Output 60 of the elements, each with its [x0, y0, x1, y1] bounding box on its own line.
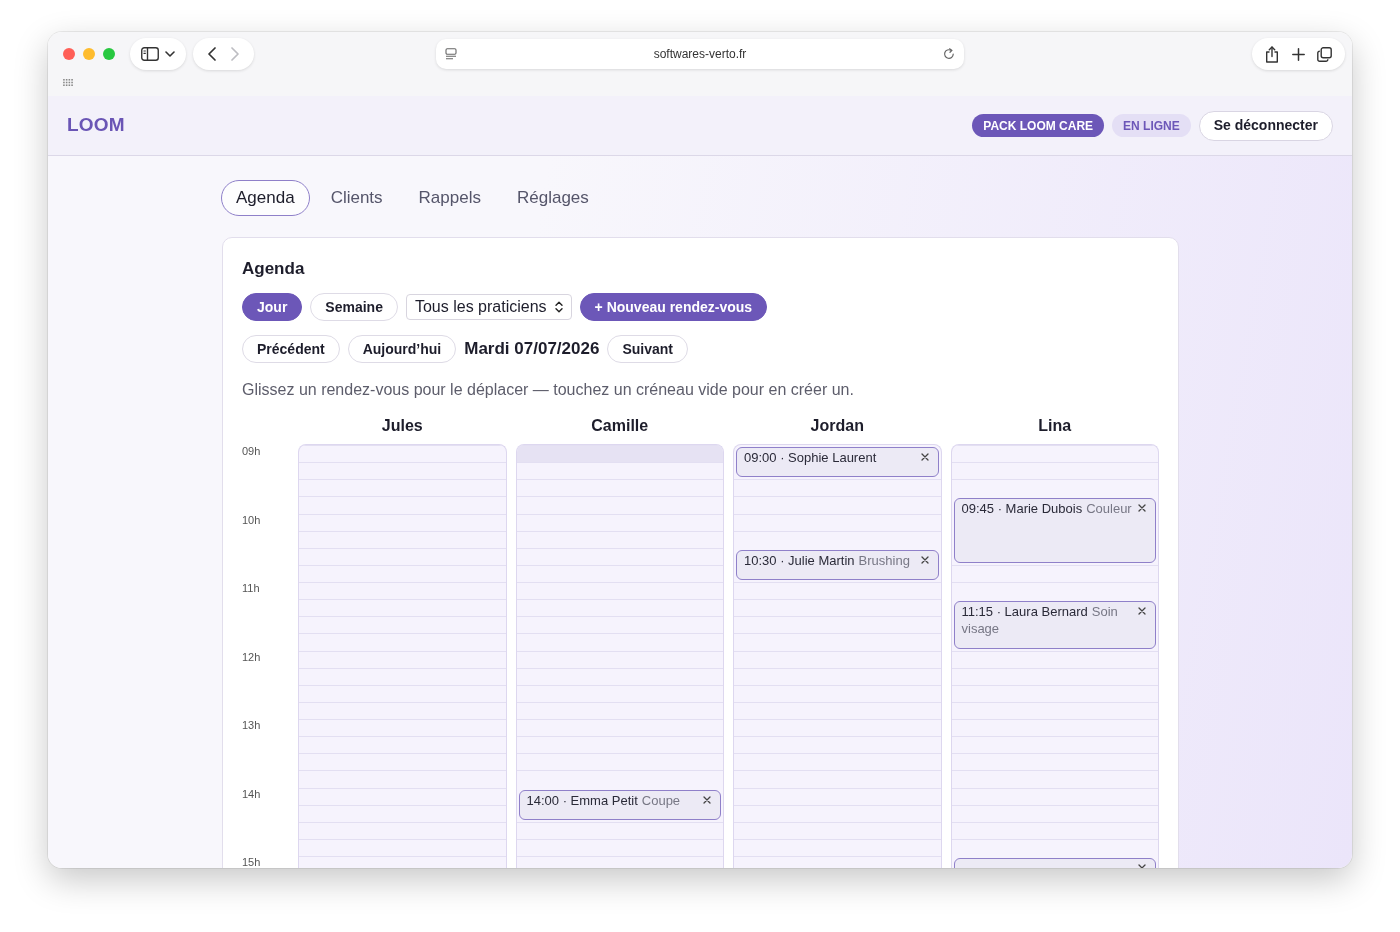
new-appointment-button[interactable]: + Nouveau rendez-vous — [579, 293, 768, 321]
previous-button[interactable]: Précédent — [242, 335, 340, 363]
nav-tab[interactable]: Réglages — [501, 180, 604, 216]
appointment-label: 09:00 · Sophie Laurent — [744, 449, 878, 466]
reload-icon[interactable] — [943, 48, 955, 60]
back-icon[interactable] — [208, 47, 216, 61]
nav-tab[interactable]: Rappels — [403, 180, 496, 216]
plus-icon[interactable] — [1291, 47, 1305, 61]
date-label: Mardi 07/07/2026 — [464, 338, 600, 361]
next-button[interactable]: Suivant — [607, 335, 688, 363]
practitioner-name: Jules — [380, 416, 424, 436]
view-toggle[interactable]: Semaine — [310, 293, 398, 321]
appointment-label: 11:15 · Laura Bernard Soin visage — [961, 603, 1119, 638]
appointment-card[interactable]: 10:30 · Julie Martin Brushing — [736, 549, 939, 580]
window-close-icon[interactable] — [63, 48, 75, 60]
practitioner-select[interactable]: Tous les praticiens — [405, 294, 572, 320]
hour-label: 10h — [242, 513, 261, 527]
hour-label: 11h — [242, 582, 260, 595]
hour-label: 12h — [242, 650, 261, 664]
hint-text: Glissez un rendez-vous pour le déplacer — touchez un créneau vide pour en créer un. — [242, 380, 855, 400]
nav-tab[interactable]: Clients — [315, 180, 398, 216]
practitioner-name: Camille — [590, 416, 650, 436]
view-toggle[interactable]: Jour — [242, 293, 303, 321]
sidebar-icon — [141, 47, 160, 61]
updown-chevron-icon — [554, 301, 563, 313]
close-icon[interactable] — [703, 795, 711, 804]
practitioner-name: Jordan — [809, 416, 865, 436]
address-bar[interactable]: softwares-verto.fr — [436, 39, 964, 69]
appointment-card[interactable]: 09:00 · Sophie Laurent — [736, 447, 939, 478]
close-icon[interactable] — [1138, 607, 1146, 616]
appointment-label: 14:00 · Emma Petit Coupe — [526, 791, 682, 809]
sidebar-button[interactable] — [130, 38, 186, 70]
close-icon[interactable] — [920, 555, 929, 564]
practitioner-name: Lina — [1037, 416, 1073, 436]
close-icon[interactable] — [920, 453, 929, 461]
logout-button[interactable]: Se déconnecter — [1198, 110, 1333, 141]
hour-label: 14h — [242, 787, 261, 801]
status-badge: EN LIGNE — [1112, 114, 1191, 137]
window-zoom-icon[interactable] — [103, 48, 115, 60]
nav-tab[interactable]: Agenda — [221, 180, 310, 216]
window-minimize-icon[interactable] — [83, 48, 95, 60]
hour-label: 13h — [242, 719, 261, 732]
hour-label: 09h — [242, 445, 261, 458]
plan-badge: PACK LOOM CARE — [972, 114, 1105, 137]
close-icon[interactable] — [1138, 504, 1146, 513]
appointment-card[interactable]: 09:45 · Marie Dubois Couleur — [953, 498, 1156, 563]
share-icon[interactable] — [1264, 45, 1279, 63]
tabs-icon[interactable] — [1317, 46, 1333, 62]
appointment-card[interactable]: 14:00 · Emma Petit Coupe — [518, 789, 721, 820]
page-icon[interactable] — [445, 48, 457, 60]
appointment-label: 10:30 · Julie Martin Brushing — [744, 551, 911, 569]
appointment-label: 09:45 · Marie Dubois Couleur — [961, 500, 1133, 518]
today-button[interactable]: Aujourd’hui — [347, 335, 457, 363]
hour-label: 15h — [242, 856, 261, 868]
section-title: Agenda — [242, 258, 306, 280]
time-slot[interactable] — [516, 445, 723, 463]
logo-text: LOOM — [67, 113, 125, 138]
appointment-card[interactable]: 11:15 · Laura Bernard Soin visage — [953, 601, 1156, 649]
chevron-down-icon — [164, 51, 175, 57]
grid-icon[interactable] — [63, 79, 73, 86]
